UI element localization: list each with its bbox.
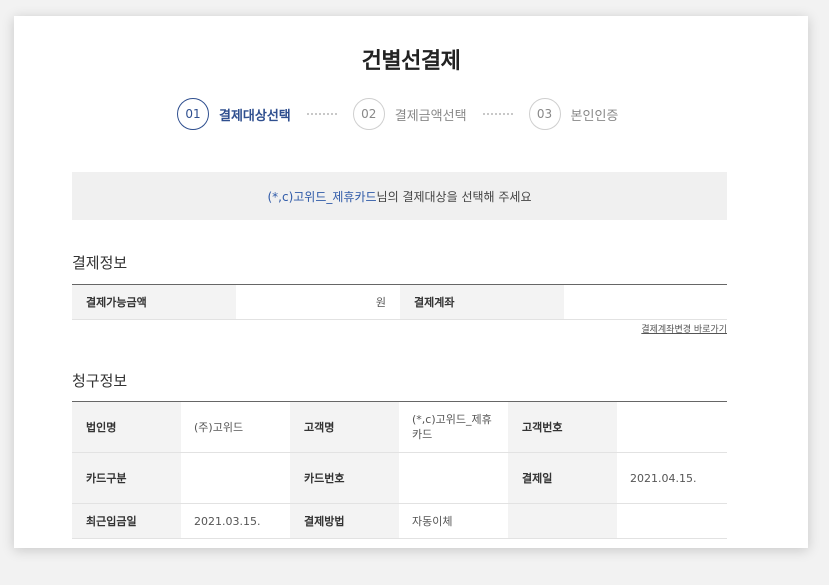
table-row: 법인명 (주)고위드 고객명 (*,c)고위드_제휴카드 고객번호 xyxy=(72,402,727,453)
payment-card: 건별선결제 01 결제대상선택 02 결제금액선택 03 본인인증 (*,c)고… xyxy=(14,16,808,548)
account-label: 결제계좌 xyxy=(400,285,564,319)
step-3-label: 본인인증 xyxy=(570,108,619,124)
billing-info-title: 청구정보 xyxy=(72,372,128,390)
card-no-value xyxy=(399,453,508,503)
last-deposit-value: 2021.03.15. xyxy=(194,514,261,528)
step-1-label: 결제대상선택 xyxy=(219,108,291,124)
pay-date-value: 2021.04.15. xyxy=(630,471,697,485)
amount-label: 결제가능금액 xyxy=(72,285,236,319)
step-2-number: 02 xyxy=(352,98,385,130)
pay-method-label: 결제방법 xyxy=(290,504,399,538)
amount-unit: 원 xyxy=(375,296,386,309)
card-type-label: 카드구분 xyxy=(72,453,181,503)
card-no-label: 카드번호 xyxy=(290,453,399,503)
step-indicator: 01 결제대상선택 02 결제금액선택 03 본인인증 xyxy=(177,96,618,132)
step-2-label: 결제금액선택 xyxy=(394,108,467,124)
step-2: 02 결제금액선택 xyxy=(352,98,467,130)
customer-name-value: (*,c)고위드_제휴카드 xyxy=(412,413,492,441)
payment-info-table: 결제가능금액 원 결제계좌 xyxy=(72,284,727,320)
change-account-link[interactable]: 결제계좌변경 바로가기 xyxy=(641,322,727,335)
empty-cell xyxy=(617,504,727,538)
step-3-number: 03 xyxy=(528,98,561,130)
table-row: 카드구분 카드번호 결제일 2021.04.15. xyxy=(72,453,727,504)
corp-name-label: 법인명 xyxy=(72,402,181,452)
billing-info-table: 법인명 (주)고위드 고객명 (*,c)고위드_제휴카드 고객번호 카드구분 카… xyxy=(72,401,727,539)
payment-info-title: 결제정보 xyxy=(72,254,128,272)
step-divider xyxy=(482,113,513,115)
step-1-number: 01 xyxy=(177,98,209,130)
amount-value: 원 xyxy=(236,285,400,319)
account-value xyxy=(564,285,727,319)
page-title: 건별선결제 xyxy=(361,49,461,74)
step-3: 03 본인인증 xyxy=(528,98,619,130)
notice-banner: (*,c)고위드_제휴카드 님의 결제대상을 선택해 주세요 xyxy=(72,172,727,220)
customer-name-label: 고객명 xyxy=(290,402,399,452)
pay-method-value: 자동이체 xyxy=(412,514,453,528)
step-divider xyxy=(306,113,337,115)
customer-no-label: 고객번호 xyxy=(508,402,617,452)
card-type-value xyxy=(181,453,290,503)
notice-customer-name: (*,c)고위드_제휴카드 xyxy=(267,189,377,204)
empty-cell xyxy=(508,504,617,538)
corp-name-value: (주)고위드 xyxy=(194,420,244,434)
notice-text: 님의 결제대상을 선택해 주세요 xyxy=(376,189,532,204)
last-deposit-label: 최근입금일 xyxy=(72,504,181,538)
pay-date-label: 결제일 xyxy=(508,453,617,503)
step-1: 01 결제대상선택 xyxy=(177,98,291,130)
table-row: 최근입금일 2021.03.15. 결제방법 자동이체 xyxy=(72,504,727,539)
customer-no-value xyxy=(617,402,727,452)
